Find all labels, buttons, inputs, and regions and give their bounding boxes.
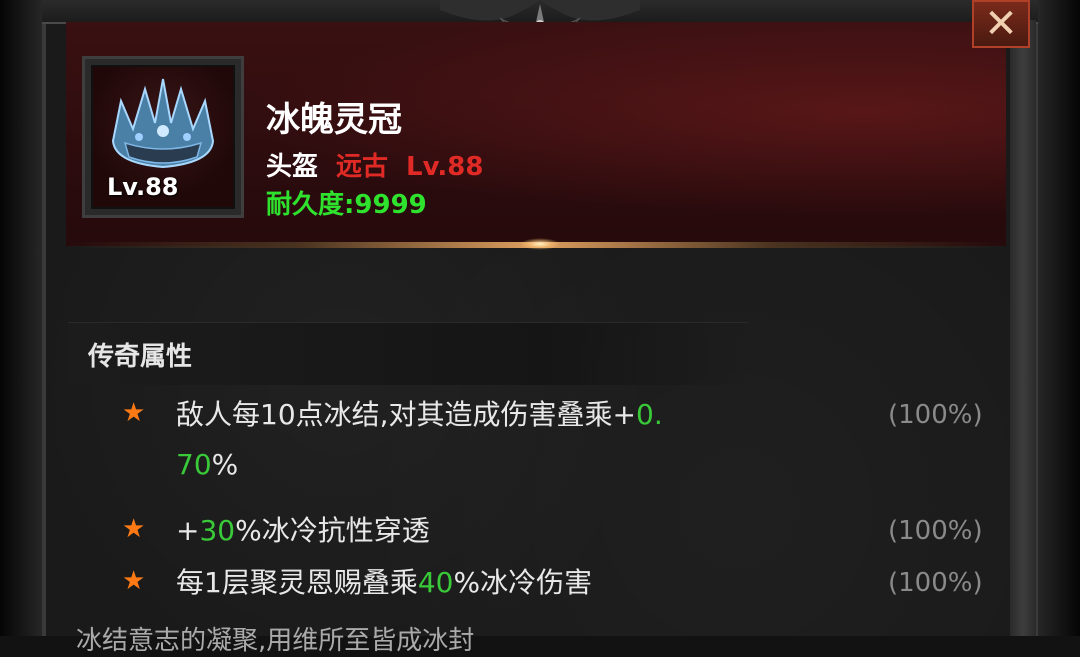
item-rarity: 远古 xyxy=(336,152,389,182)
attribute-percent: (100%) xyxy=(888,568,983,598)
star-icon: ★ xyxy=(122,514,146,544)
durability-value: 9999 xyxy=(354,190,427,220)
required-level: Lv.88 xyxy=(406,152,484,182)
durability: 耐久度:9999 xyxy=(266,184,427,221)
flavor-text: 冰结意志的凝聚,用维所至皆成冰封 xyxy=(76,626,475,656)
star-icon: ★ xyxy=(122,566,146,596)
item-type: 头盔 xyxy=(266,152,319,182)
attribute-percent: (100%) xyxy=(888,516,983,546)
close-icon: ✕ xyxy=(984,1,1018,47)
scroll-rail[interactable] xyxy=(1010,20,1036,636)
divider-glow xyxy=(520,238,560,250)
right-border xyxy=(1034,0,1080,636)
item-type-line: 头盔 远古 Lv.88 xyxy=(266,146,484,183)
attribute-text: +30%冰冷抗性穿透 xyxy=(176,514,430,547)
attribute-text: 敌人每10点冰结,对其造成伤害叠乘+0. 70% xyxy=(176,398,663,481)
item-icon-slot: Lv.88 xyxy=(82,56,244,218)
section-title: 传奇属性 xyxy=(88,342,193,372)
item-level-badge: Lv.88 xyxy=(107,173,179,201)
star-icon: ★ xyxy=(122,398,146,428)
close-button[interactable]: ✕ xyxy=(972,0,1030,48)
attribute-percent: (100%) xyxy=(888,400,983,430)
item-name: 冰魄灵冠 xyxy=(266,100,402,140)
attribute-text: 每1层聚灵恩赐叠乘40%冰冷伤害 xyxy=(176,566,593,599)
left-border xyxy=(0,0,46,636)
durability-label: 耐久度: xyxy=(266,190,355,220)
